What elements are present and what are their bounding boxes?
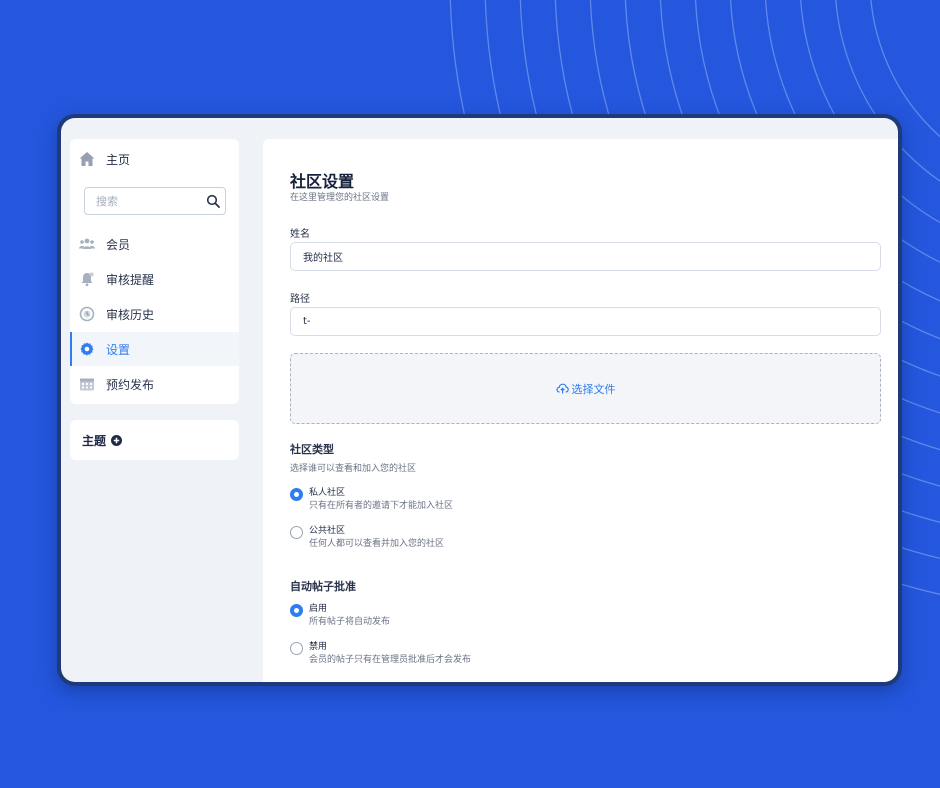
radio-auto-approve-enabled[interactable]: 启用 所有帖子将自动发布 bbox=[290, 602, 390, 629]
radio-button[interactable] bbox=[290, 526, 303, 539]
device-frame: 主页 搜索 会员 审核提醒 审核历史 设置 预约发布 主题 社区设置 在这里管理… bbox=[57, 114, 902, 686]
radio-description: 所有帖子将自动发布 bbox=[309, 617, 391, 627]
topics-section: 主题 bbox=[70, 420, 239, 460]
search-placeholder: 搜索 bbox=[96, 195, 118, 208]
calendar-icon bbox=[78, 375, 96, 393]
radio-title: 私人社区 bbox=[309, 488, 346, 498]
radio-title: 公共社区 bbox=[309, 526, 346, 536]
auto-approve-title: 自动帖子批准 bbox=[290, 580, 356, 593]
sidebar-item-label: 审核提醒 bbox=[106, 272, 155, 287]
search-icon[interactable] bbox=[206, 194, 220, 208]
plus-circle-icon[interactable] bbox=[111, 434, 123, 446]
sidebar-item-review-reminders[interactable]: 审核提醒 bbox=[70, 262, 239, 296]
choose-file-link[interactable]: 选择文件 bbox=[572, 381, 616, 397]
gear-icon bbox=[78, 340, 96, 358]
radio-description: 只有在所有者的邀请下才能加入社区 bbox=[309, 501, 454, 511]
history-icon bbox=[78, 305, 96, 323]
sidebar-item-label: 主页 bbox=[106, 152, 131, 167]
radio-button[interactable] bbox=[290, 488, 303, 501]
sidebar-item-label: 预约发布 bbox=[106, 377, 155, 392]
page-subtitle: 在这里管理您的社区设置 bbox=[290, 193, 390, 203]
path-input-value: t- bbox=[303, 316, 311, 327]
radio-title: 禁用 bbox=[309, 642, 328, 652]
search-input[interactable]: 搜索 bbox=[84, 187, 226, 215]
sidebar-item-label: 审核历史 bbox=[106, 307, 155, 322]
sidebar-item-members[interactable]: 会员 bbox=[70, 227, 239, 261]
name-input[interactable]: 我的社区 bbox=[290, 242, 881, 271]
community-type-title: 社区类型 bbox=[290, 443, 334, 456]
members-icon bbox=[78, 235, 96, 253]
page-title: 社区设置 bbox=[290, 172, 355, 191]
path-input[interactable]: t- bbox=[290, 307, 881, 336]
radio-public-community[interactable]: 公共社区 任何人都可以查看并加入您的社区 bbox=[290, 524, 444, 551]
topics-title: 主题 bbox=[82, 433, 107, 448]
path-label: 路径 bbox=[290, 294, 310, 305]
sidebar-nav: 主页 搜索 会员 审核提醒 审核历史 设置 预约发布 bbox=[70, 139, 239, 404]
community-type-description: 选择谁可以查看和加入您的社区 bbox=[290, 464, 417, 474]
bell-icon bbox=[78, 270, 96, 288]
sidebar-item-label: 会员 bbox=[106, 237, 131, 252]
upload-cloud-icon bbox=[555, 382, 569, 395]
name-input-value: 我的社区 bbox=[303, 253, 343, 264]
settings-panel: 社区设置 在这里管理您的社区设置 姓名 我的社区 路径 t- 选择文件 社区类型… bbox=[263, 139, 898, 682]
sidebar-item-label: 设置 bbox=[106, 342, 131, 357]
radio-button[interactable] bbox=[290, 604, 303, 617]
app-screen: 主页 搜索 会员 审核提醒 审核历史 设置 预约发布 主题 社区设置 在这里管理… bbox=[61, 118, 898, 682]
sidebar-item-scheduled-posts[interactable]: 预约发布 bbox=[70, 367, 239, 401]
home-icon bbox=[78, 150, 96, 168]
radio-auto-approve-disabled[interactable]: 禁用 会员的帖子只有在管理员批准后才会发布 bbox=[290, 640, 471, 667]
sidebar-item-settings[interactable]: 设置 bbox=[70, 332, 239, 366]
radio-button[interactable] bbox=[290, 642, 303, 655]
radio-title: 启用 bbox=[309, 604, 328, 614]
file-dropzone[interactable]: 选择文件 bbox=[290, 353, 881, 424]
sidebar-item-review-history[interactable]: 审核历史 bbox=[70, 297, 239, 331]
sidebar-item-home[interactable]: 主页 bbox=[70, 147, 239, 171]
radio-description: 任何人都可以查看并加入您的社区 bbox=[309, 539, 445, 549]
radio-private-community[interactable]: 私人社区 只有在所有者的邀请下才能加入社区 bbox=[290, 486, 453, 513]
name-label: 姓名 bbox=[290, 229, 310, 240]
radio-description: 会员的帖子只有在管理员批准后才会发布 bbox=[309, 655, 472, 665]
